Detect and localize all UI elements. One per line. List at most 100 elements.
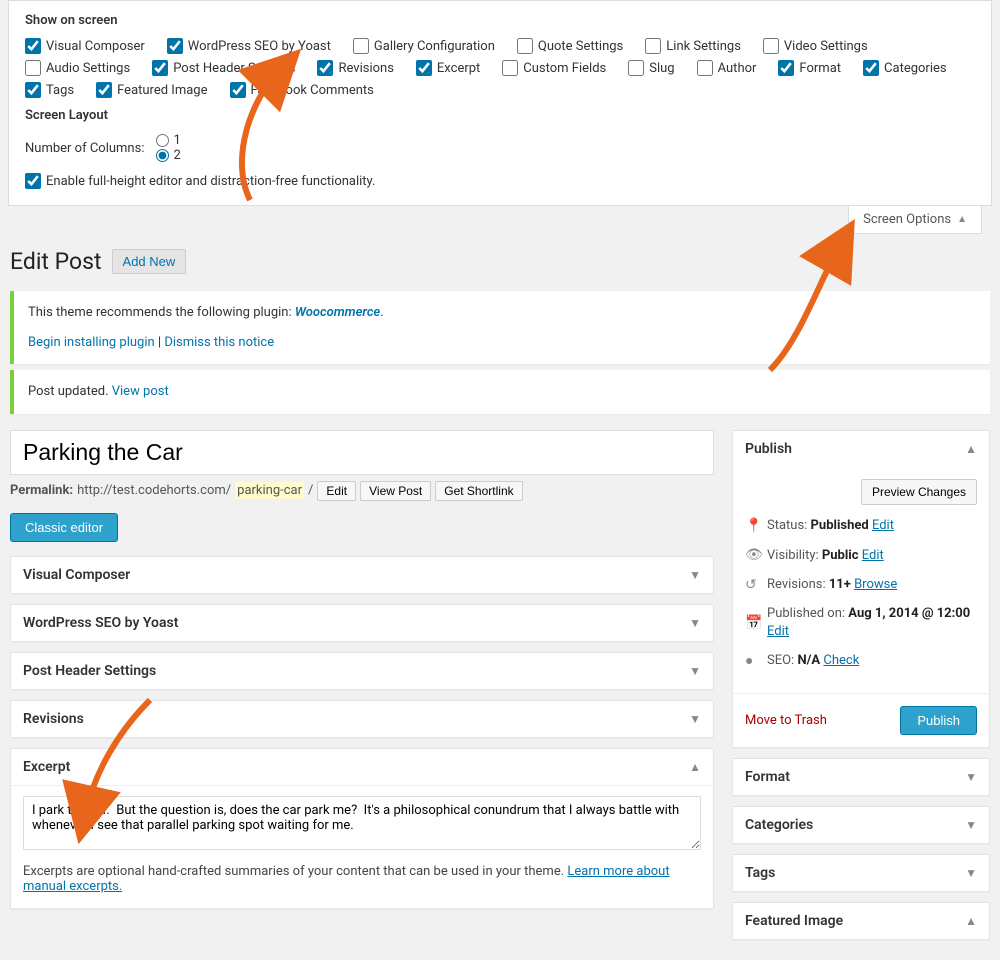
columns-radio-item: 2: [156, 148, 180, 163]
post-title-input[interactable]: [10, 430, 714, 475]
chevron-down-icon: ▼: [689, 664, 701, 678]
screen-option-checkbox[interactable]: [863, 60, 879, 76]
screen-option-label: Visual Composer: [46, 39, 145, 54]
view-post-button[interactable]: View Post: [360, 481, 431, 501]
format-box: Format ▼: [732, 758, 990, 796]
preview-changes-button[interactable]: Preview Changes: [861, 479, 977, 505]
move-to-trash-link[interactable]: Move to Trash: [745, 713, 827, 728]
columns-radio-label: 1: [173, 133, 180, 148]
seo-check-link[interactable]: Check: [823, 653, 859, 668]
featured-image-box: Featured Image ▲: [732, 902, 990, 940]
columns-radio[interactable]: [156, 149, 169, 162]
screen-option-label: Tags: [46, 83, 74, 98]
seo-box: WordPress SEO by Yoast ▼: [10, 604, 714, 642]
permalink-row: Permalink: http://test.codehorts.com/par…: [10, 481, 714, 501]
screen-options-panel: Show on screen Visual Composer WordPress …: [8, 0, 992, 206]
screen-option-label: Author: [718, 61, 757, 76]
screen-option-checkbox[interactable]: [25, 82, 41, 98]
chevron-down-icon: ▼: [689, 616, 701, 630]
screen-layout-heading: Screen Layout: [25, 108, 975, 123]
featured-image-header[interactable]: Featured Image ▲: [733, 903, 989, 939]
view-post-link[interactable]: View post: [112, 384, 169, 399]
screen-option-checkbox[interactable]: [645, 38, 661, 54]
seo-title: WordPress SEO by Yoast: [23, 615, 178, 631]
status-row: 📍 Status: Published Edit: [745, 517, 977, 537]
revisions-label: Revisions:: [767, 577, 829, 592]
screen-option-checkbox[interactable]: [697, 60, 713, 76]
screen-option-checkbox[interactable]: [763, 38, 779, 54]
browse-revisions-link[interactable]: Browse: [854, 577, 897, 592]
dismiss-notice-link[interactable]: Dismiss this notice: [164, 335, 274, 350]
screen-option-item: Link Settings: [645, 38, 741, 54]
screen-option-checkbox[interactable]: [778, 60, 794, 76]
eye-icon: 👁: [745, 546, 761, 566]
status-label: Status:: [767, 518, 811, 533]
begin-install-link[interactable]: Begin installing plugin: [28, 335, 155, 350]
screen-option-item: Video Settings: [763, 38, 868, 54]
screen-option-label: Format: [799, 61, 841, 76]
visual-composer-box: Visual Composer ▼: [10, 556, 714, 594]
screen-option-checkbox[interactable]: [416, 60, 432, 76]
status-value: Published: [811, 518, 869, 533]
screen-option-checkbox[interactable]: [502, 60, 518, 76]
screen-option-item: Author: [697, 60, 757, 76]
screen-option-item: Featured Image: [96, 82, 207, 98]
publish-button[interactable]: Publish: [900, 706, 977, 735]
post-header-settings-title: Post Header Settings: [23, 663, 156, 679]
screen-option-label: Quote Settings: [538, 39, 623, 54]
pin-icon: 📍: [745, 517, 761, 537]
columns-radio[interactable]: [156, 134, 169, 147]
edit-slug-button[interactable]: Edit: [317, 481, 356, 501]
screen-option-item: Quote Settings: [517, 38, 623, 54]
seo-header[interactable]: WordPress SEO by Yoast ▼: [11, 605, 713, 641]
edit-status-link[interactable]: Edit: [872, 518, 894, 533]
format-title: Format: [745, 769, 790, 785]
screen-option-item: Visual Composer: [25, 38, 145, 54]
chevron-up-icon: ▲: [689, 760, 701, 774]
tags-header[interactable]: Tags ▼: [733, 855, 989, 891]
screen-option-checkbox[interactable]: [25, 60, 41, 76]
classic-editor-button[interactable]: Classic editor: [10, 513, 118, 542]
screen-option-checkbox[interactable]: [96, 82, 112, 98]
plugin-notice-name: Woocommerce: [295, 305, 380, 320]
screen-option-checkbox[interactable]: [167, 38, 183, 54]
permalink-label: Permalink:: [10, 483, 73, 498]
screen-option-checkbox[interactable]: [152, 60, 168, 76]
visual-composer-header[interactable]: Visual Composer ▼: [11, 557, 713, 593]
screen-option-item: Custom Fields: [502, 60, 606, 76]
screen-option-item: Audio Settings: [25, 60, 130, 76]
screen-option-label: Revisions: [338, 61, 393, 76]
chevron-down-icon: ▼: [965, 770, 977, 784]
full-height-checkbox[interactable]: [25, 173, 41, 189]
visibility-row: 👁 Visibility: Public Edit: [745, 546, 977, 566]
get-shortlink-button[interactable]: Get Shortlink: [435, 481, 522, 501]
seo-row: ● SEO: N/A Check: [745, 652, 977, 672]
edit-visibility-link[interactable]: Edit: [862, 548, 884, 563]
screen-option-checkbox[interactable]: [353, 38, 369, 54]
publish-header[interactable]: Publish ▲: [733, 431, 989, 467]
featured-image-title: Featured Image: [745, 913, 843, 929]
add-new-button[interactable]: Add New: [112, 249, 187, 274]
permalink-slug[interactable]: parking-car: [235, 482, 304, 499]
seo-value: N/A: [797, 653, 820, 668]
chevron-down-icon: ▼: [965, 866, 977, 880]
publish-title: Publish: [745, 441, 792, 457]
screen-option-checkbox[interactable]: [628, 60, 644, 76]
edit-date-link[interactable]: Edit: [767, 624, 789, 639]
screen-option-label: Custom Fields: [523, 61, 606, 76]
screen-option-checkbox[interactable]: [517, 38, 533, 54]
screen-option-checkbox[interactable]: [25, 38, 41, 54]
screen-option-label: Slug: [649, 61, 674, 76]
screen-option-label: Audio Settings: [46, 61, 130, 76]
show-on-screen-heading: Show on screen: [25, 13, 975, 28]
post-header-settings-header[interactable]: Post Header Settings ▼: [11, 653, 713, 689]
screen-option-label: WordPress SEO by Yoast: [188, 39, 331, 54]
format-header[interactable]: Format ▼: [733, 759, 989, 795]
seo-label: SEO:: [767, 653, 797, 668]
screen-option-label: Featured Image: [117, 83, 207, 98]
screen-layout-row: Number of Columns: 1 2: [25, 133, 975, 163]
chevron-down-icon: ▼: [689, 712, 701, 726]
categories-header[interactable]: Categories ▼: [733, 807, 989, 843]
revisions-row: ↺ Revisions: 11+ Browse: [745, 576, 977, 596]
screen-option-label: Gallery Configuration: [374, 39, 495, 54]
